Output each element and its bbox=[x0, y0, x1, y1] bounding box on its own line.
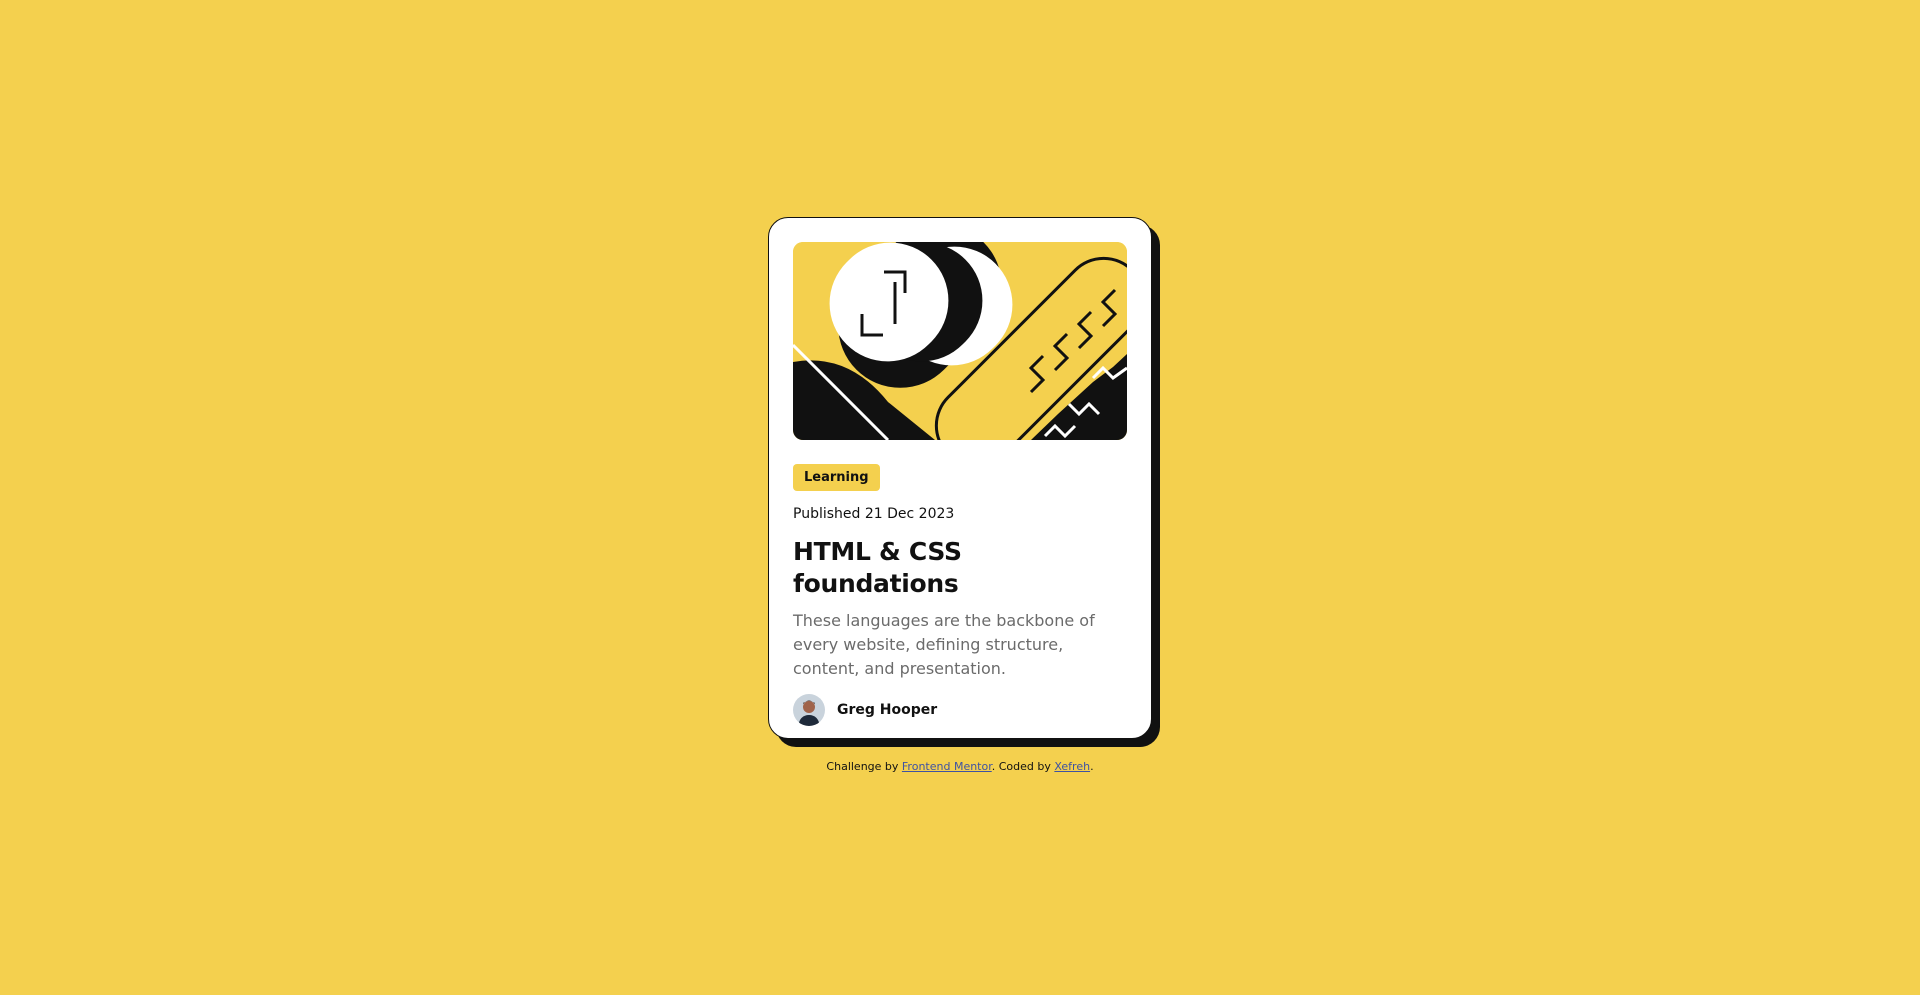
category-tag: Learning bbox=[793, 464, 880, 491]
attribution-prefix: Challenge by bbox=[826, 760, 902, 773]
attribution-middle: . Coded by bbox=[991, 760, 1055, 773]
attribution: Challenge by Frontend Mentor. Coded by X… bbox=[0, 760, 1920, 774]
author-link[interactable]: Xefreh bbox=[1054, 760, 1090, 773]
page: Learning Published 21 Dec 2023 HTML & CS… bbox=[0, 0, 1920, 995]
author-name: Greg Hooper bbox=[837, 702, 938, 718]
published-date: Published 21 Dec 2023 bbox=[793, 506, 955, 522]
attribution-suffix: . bbox=[1090, 760, 1094, 773]
author: Greg Hooper bbox=[793, 694, 1127, 726]
card-description: These languages are the backbone of ever… bbox=[793, 611, 1095, 678]
blog-preview-card: Learning Published 21 Dec 2023 HTML & CS… bbox=[768, 217, 1152, 739]
card-illustration bbox=[793, 242, 1127, 440]
author-avatar bbox=[793, 694, 825, 726]
frontend-mentor-link[interactable]: Frontend Mentor bbox=[902, 760, 992, 773]
card-title[interactable]: HTML & CSS foundations bbox=[793, 536, 1127, 600]
